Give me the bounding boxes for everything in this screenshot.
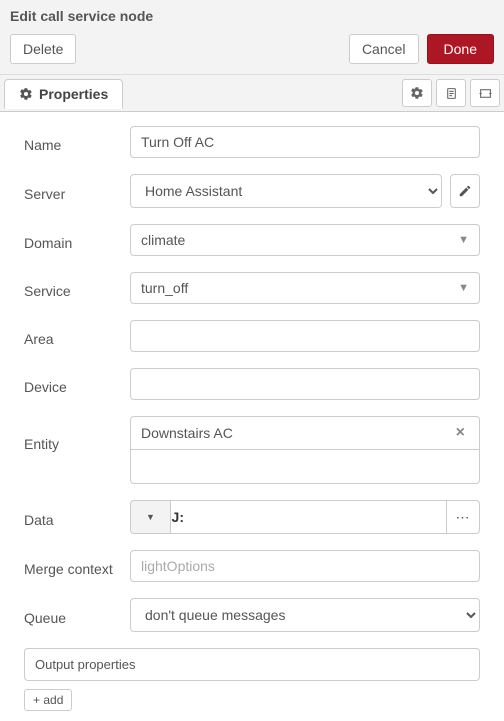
docs-icon-button[interactable] — [436, 79, 466, 107]
gear-icon — [19, 87, 33, 101]
entity-input[interactable] — [130, 450, 480, 484]
cancel-button[interactable]: Cancel — [349, 34, 419, 64]
caret-down-icon: ▼ — [458, 234, 469, 246]
close-icon[interactable]: × — [452, 424, 469, 442]
output-properties-box[interactable]: Output properties — [24, 648, 480, 681]
merge-context-label: Merge context — [24, 555, 130, 577]
area-input[interactable] — [130, 320, 480, 352]
name-label: Name — [24, 131, 130, 153]
data-label: Data — [24, 506, 130, 528]
gear-icon — [410, 86, 424, 100]
tab-bar: Properties — [0, 75, 504, 112]
document-icon — [445, 86, 458, 101]
queue-label: Queue — [24, 604, 130, 626]
queue-select[interactable]: don't queue messages — [130, 598, 480, 632]
data-expand-button[interactable]: ⋯ — [446, 500, 480, 534]
device-label: Device — [24, 373, 130, 395]
pencil-icon — [458, 184, 472, 198]
appearance-icon-button[interactable] — [470, 79, 500, 107]
expand-icon — [478, 87, 493, 100]
area-label: Area — [24, 325, 130, 347]
add-output-button[interactable]: + add — [24, 689, 72, 711]
entity-chip[interactable]: Downstairs AC × — [130, 416, 480, 450]
caret-down-icon: ▼ — [146, 512, 155, 522]
delete-button[interactable]: Delete — [10, 34, 76, 64]
caret-down-icon: ▼ — [458, 282, 469, 294]
jsonata-icon: J: — [172, 509, 184, 525]
service-combo[interactable]: turn_off ▼ — [130, 272, 480, 304]
properties-form: Name Server Home Assistant Domain climat… — [0, 112, 504, 721]
header-buttons: Delete Cancel Done — [10, 34, 494, 64]
edit-server-button[interactable] — [450, 174, 480, 208]
dialog-header: Edit call service node Delete Cancel Don… — [0, 0, 504, 75]
dialog-title: Edit call service node — [10, 8, 494, 24]
name-input[interactable] — [130, 126, 480, 158]
device-input[interactable] — [130, 368, 480, 400]
ellipsis-icon: ⋯ — [456, 509, 471, 526]
data-input[interactable] — [170, 500, 446, 534]
data-type-selector[interactable]: ▼ J: — [130, 500, 170, 534]
server-label: Server — [24, 180, 130, 202]
tab-properties-label: Properties — [39, 86, 108, 102]
settings-icon-button[interactable] — [402, 79, 432, 107]
domain-label: Domain — [24, 229, 130, 251]
merge-context-input[interactable] — [130, 550, 480, 582]
entity-chip-label: Downstairs AC — [141, 425, 233, 441]
service-value: turn_off — [141, 280, 188, 296]
done-button[interactable]: Done — [427, 34, 494, 64]
domain-combo[interactable]: climate ▼ — [130, 224, 480, 256]
entity-label: Entity — [24, 416, 130, 452]
server-select[interactable]: Home Assistant — [130, 174, 442, 208]
domain-value: climate — [141, 232, 185, 248]
tab-properties[interactable]: Properties — [4, 79, 123, 109]
service-label: Service — [24, 277, 130, 299]
